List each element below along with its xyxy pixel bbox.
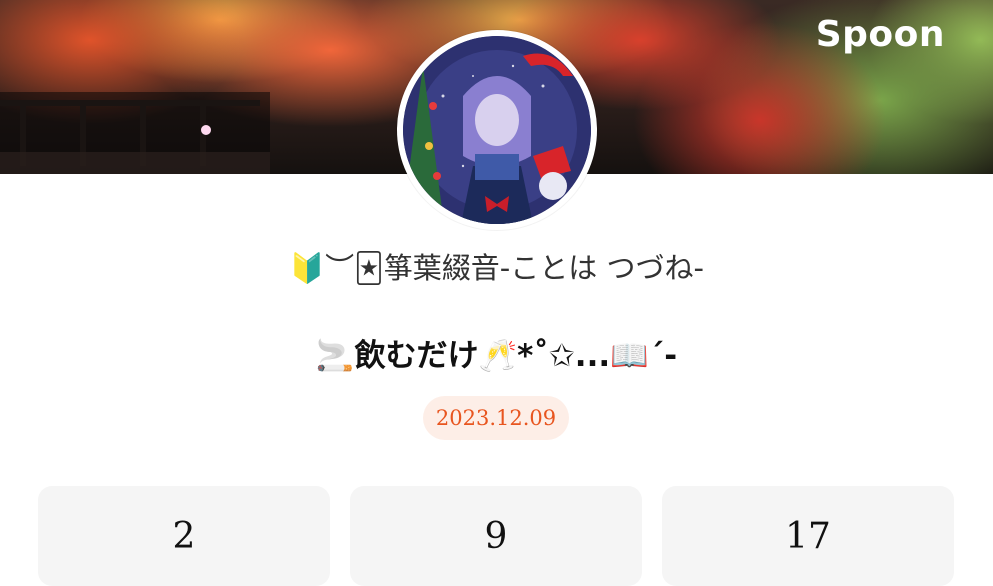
date-badge: 2023.12.09 — [423, 396, 569, 440]
stat-value-3: 17 — [785, 516, 831, 557]
stat-value-2: 9 — [484, 516, 508, 557]
profile-title: 🚬飲むだけ🥂*˚✩...📖´- — [315, 338, 678, 374]
stat-value-1: 2 — [172, 516, 196, 557]
stat-card-2[interactable]: 9 — [350, 486, 642, 586]
spoon-logo[interactable]: Spoon — [816, 14, 945, 55]
stat-card-3[interactable]: 17 — [662, 486, 954, 586]
profile-avatar[interactable] — [403, 36, 591, 224]
stat-card-1[interactable]: 2 — [38, 486, 330, 586]
profile-nickname: 🔰︶🃏箏葉綴音-ことは つづね- — [289, 251, 704, 285]
bridge-illustration — [0, 92, 270, 174]
avatar-artwork — [403, 36, 591, 224]
